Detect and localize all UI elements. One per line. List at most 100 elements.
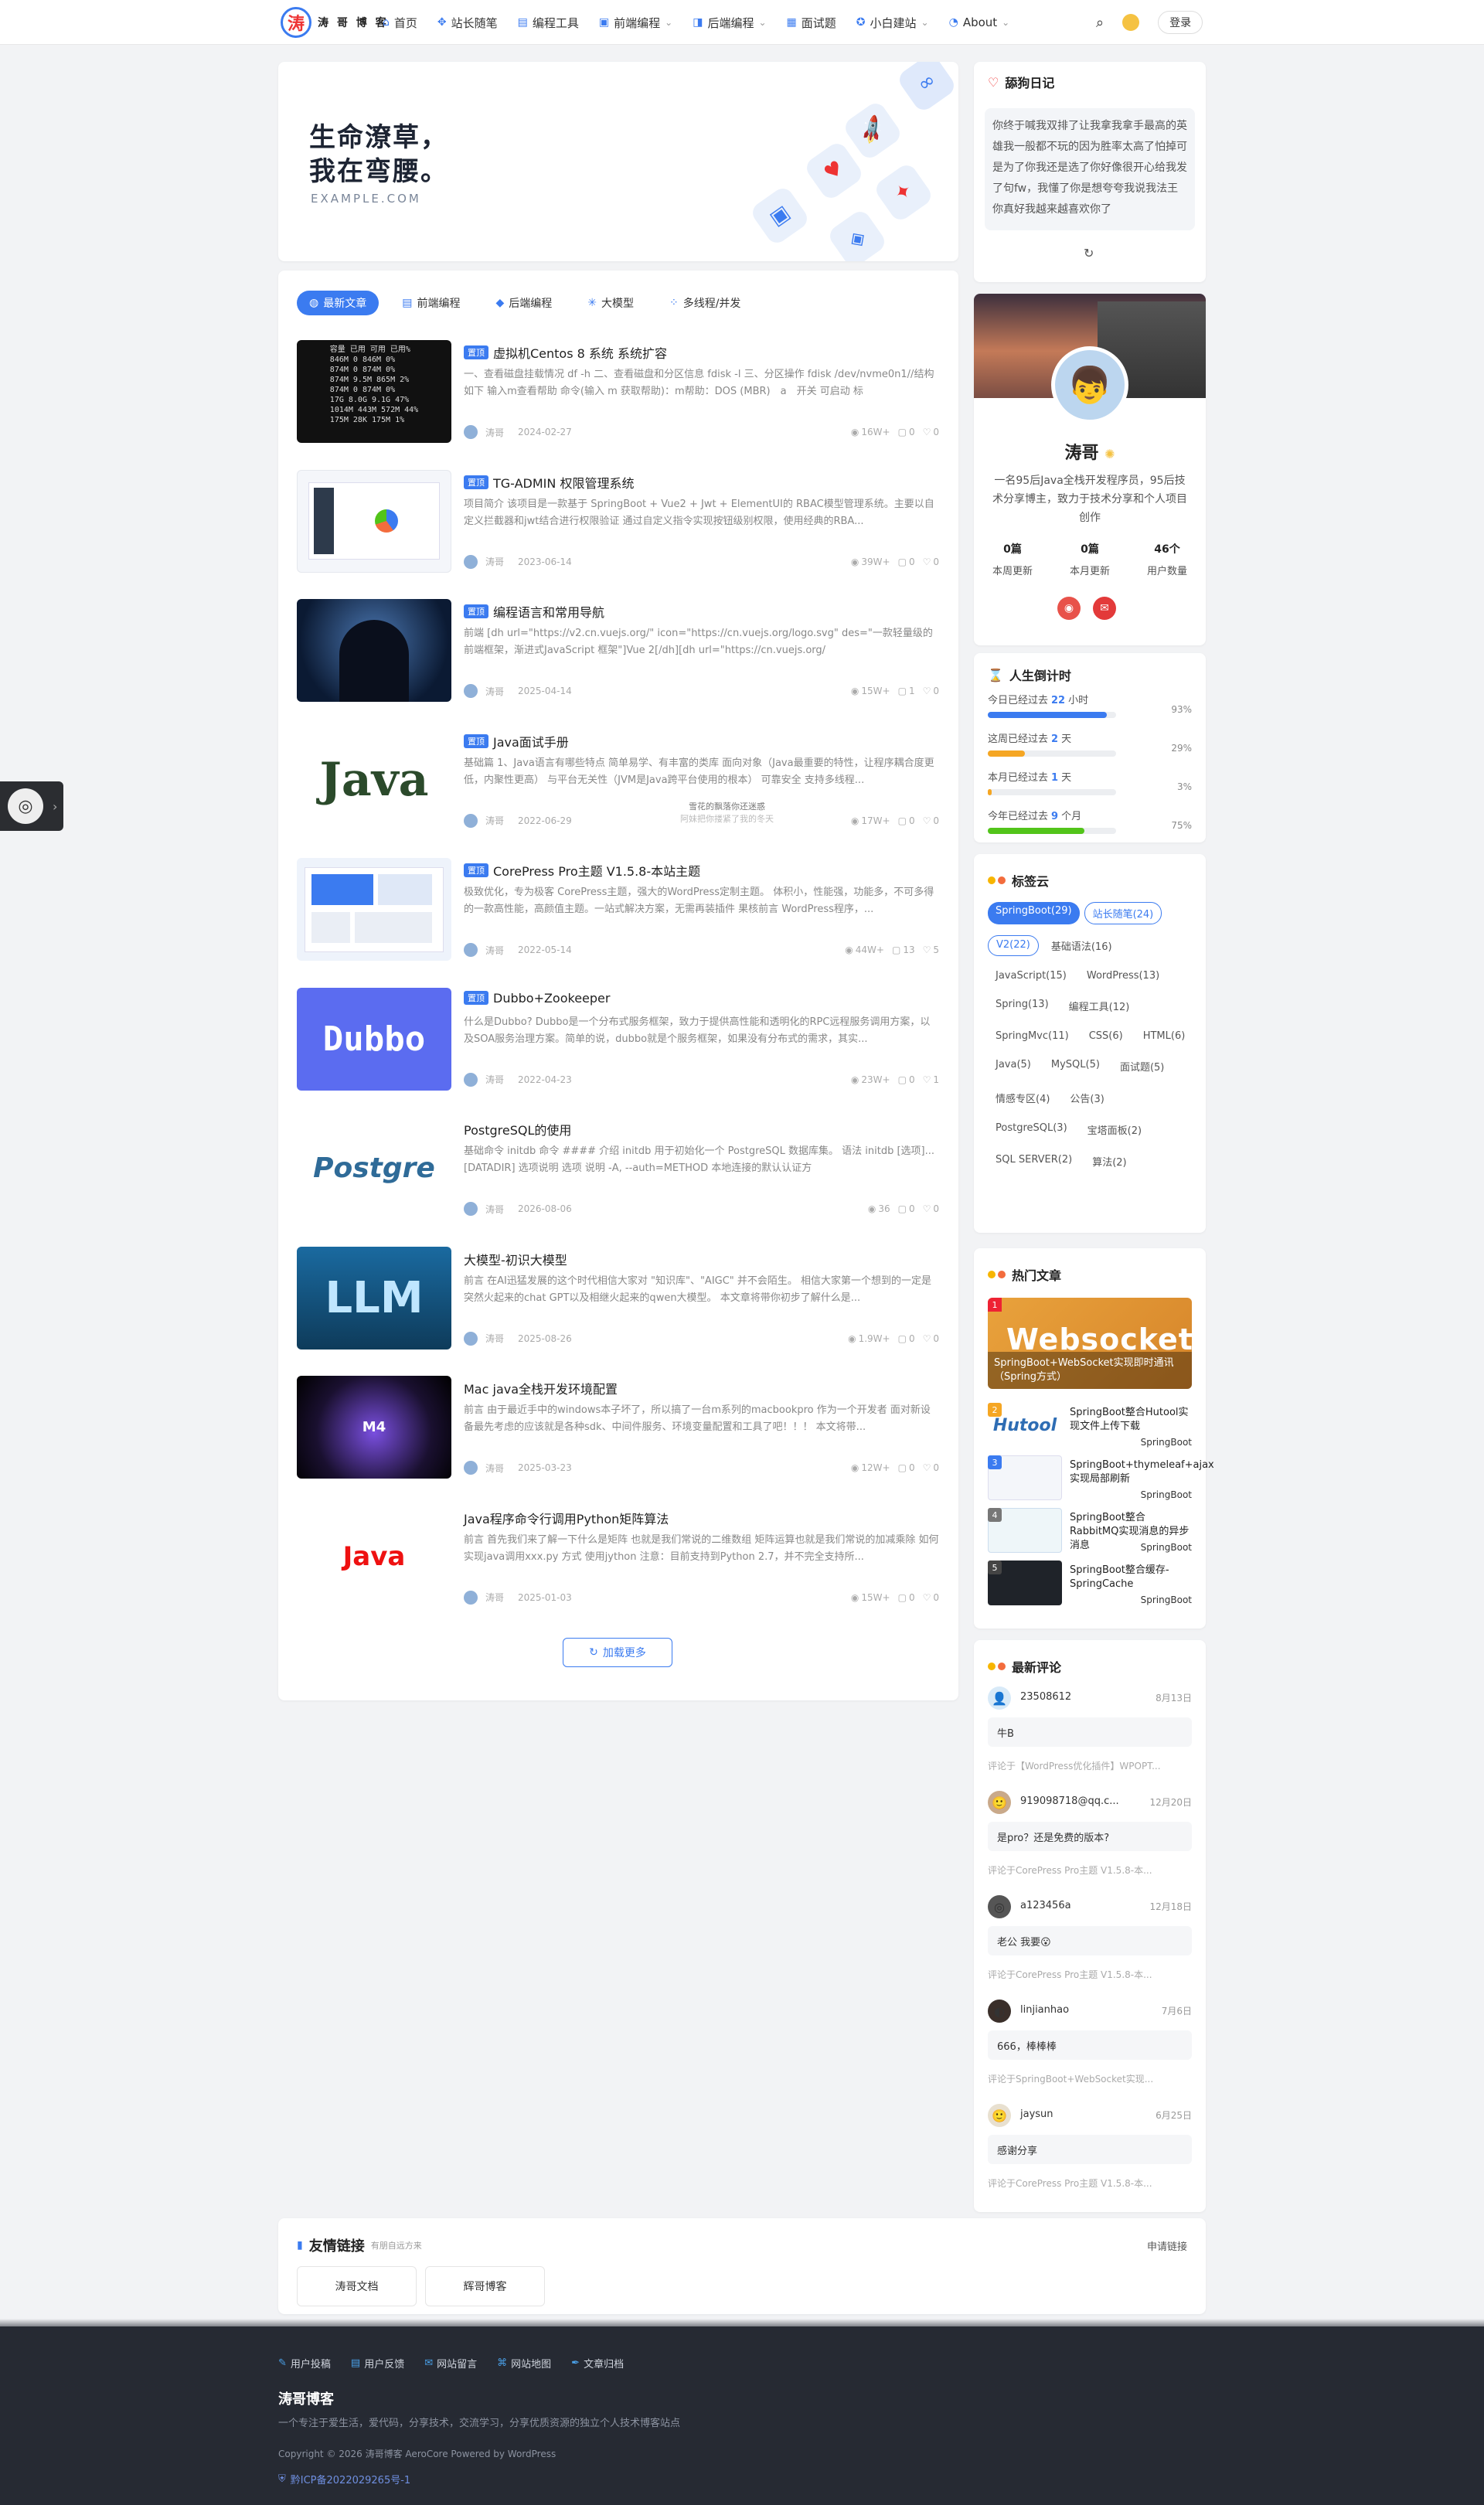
friend-link[interactable]: 涛哥文档 [297,2266,417,2306]
author-name[interactable]: 涛哥 [485,1073,504,1086]
hot-banner[interactable]: 1 Websocket SpringBoot+WebSocket实现即时通讯（S… [988,1298,1192,1389]
apply-link[interactable]: 申请链接 [1147,2238,1187,2253]
article-title[interactable]: 置顶 Java面试手册 [464,732,569,750]
hot-article-item[interactable]: 5 SpringBoot整合缓存-SpringCache SpringBoot [988,1561,1192,1607]
tag-item[interactable]: HTML(6) [1135,1027,1193,1045]
article-item[interactable]: 置顶 CorePress Pro主题 V1.5.8-本站主题 极致优化，专为极客 C… [297,858,942,966]
article-thumbnail[interactable] [297,469,451,573]
nav-item-4[interactable]: ◨ 后端编程 ⌄ [693,15,766,31]
tag-item[interactable]: 基础语法(16) [1043,935,1120,956]
article-item[interactable]: Postgre PostgreSQL的使用 基础命令 initdb 命令 #### … [297,1117,942,1225]
hot-article-item[interactable]: Hutool 2 SpringBoot整合Hutool实现文件上传下载 SpringB… [988,1403,1192,1449]
article-item[interactable]: 容量 已用 可用 已用% 846M 0 846M 0% 874M 0 874M … [297,340,942,448]
search-icon[interactable]: ⌕ [1096,15,1104,31]
refresh-icon[interactable]: ↻ [1084,246,1094,260]
comment-reference[interactable]: 评论于CorePress Pro主题 V1.5.8-本... [988,2177,1192,2190]
article-item[interactable]: 置顶 TG-ADMIN 权限管理系统 项目简介 该项目是一款基于 SpringBoo… [297,469,942,578]
footer-link[interactable]: ✒ 文章归档 [571,2356,624,2371]
tag-item[interactable]: 公告(3) [1062,1087,1111,1108]
author-name[interactable]: 涛哥 [485,1462,504,1475]
tag-item[interactable]: SQL SERVER(2) [988,1151,1080,1172]
article-thumbnail[interactable] [297,858,451,961]
author-name[interactable]: 涛哥 [485,814,504,827]
author-name[interactable]: 涛哥 [485,1591,504,1604]
article-title[interactable]: 置顶 Dubbo+Zookeeper [464,991,610,1006]
comment-reference[interactable]: 评论于SpringBoot+WebSocket实现... [988,2072,1192,2085]
tag-item[interactable]: JavaScript(15) [988,967,1074,985]
article-title[interactable]: 置顶 编程语言和常用导航 [464,602,604,621]
article-thumbnail[interactable]: Java [297,728,451,832]
hot-article-item[interactable]: 4 SpringBoot整合RabbitMQ实现消息的异步消息 SpringBoot [988,1508,1192,1554]
tag-item[interactable]: PostgreSQL(3) [988,1119,1075,1140]
article-thumbnail[interactable]: LLM [297,1246,451,1350]
nav-item-3[interactable]: ▣ 前端编程 ⌄ [599,15,672,31]
tag-item[interactable]: 宝塔面板(2) [1080,1119,1149,1140]
login-button[interactable]: 登录 [1158,11,1203,34]
footer-link[interactable]: ✎ 用户投稿 [278,2356,331,2371]
hot-article-title[interactable]: SpringBoot整合缓存-SpringCache [1070,1564,1192,1591]
nav-item-1[interactable]: ✥ 站长随笔 [437,15,498,31]
tab-1[interactable]: ▤ 前端编程 [390,291,472,315]
tag-item[interactable]: MySQL(5) [1043,1056,1108,1077]
tag-item[interactable]: Spring(13) [988,996,1057,1016]
site-logo[interactable]: 涛 涛 哥 博 客 [281,7,389,38]
hot-article-item[interactable]: 3 SpringBoot+thymeleaf+ajax实现局部刷新 SpringBo… [988,1455,1214,1502]
article-thumbnail[interactable]: Postgre [297,1117,451,1220]
tag-item[interactable]: 情感专区(4) [988,1087,1057,1108]
article-title[interactable]: Java程序命令行调用Python矩阵算法 [464,1509,669,1527]
author-name[interactable]: 涛哥 [485,944,504,957]
article-title[interactable]: 置顶 TG-ADMIN 权限管理系统 [464,473,634,492]
tag-item[interactable]: CSS(6) [1081,1027,1131,1045]
footer-link[interactable]: ✉ 网站留言 [424,2356,477,2371]
article-item[interactable]: Java 置顶 Java面试手册 基础篇 1、Java语言有哪些特点 简单易学、有丰富… [297,728,942,837]
theme-toggle-icon[interactable] [1122,14,1140,31]
article-thumbnail[interactable]: Java [297,1505,451,1608]
tag-item[interactable]: WordPress(13) [1079,967,1167,985]
tab-4[interactable]: ⁘ 多线程/并发 [657,291,753,315]
friend-link[interactable]: 辉哥博客 [425,2266,545,2306]
article-title[interactable]: 置顶 虚拟机Centos 8 系统 系统扩容 [464,343,667,362]
author-name[interactable]: 涛哥 [485,1203,504,1216]
commenter-name[interactable]: a123456a [1020,1900,1071,1911]
article-title[interactable]: 大模型-初识大模型 [464,1250,567,1268]
load-more-button[interactable]: ↻ 加载更多 [563,1638,672,1667]
tag-item[interactable]: 站长随笔(24) [1084,902,1162,924]
article-thumbnail[interactable]: 容量 已用 可用 已用% 846M 0 846M 0% 874M 0 874M … [297,340,451,443]
mail-icon[interactable]: ✉ [1093,597,1116,620]
article-title[interactable]: Mac java全栈开发环境配置 [464,1379,618,1397]
article-item[interactable]: 置顶 编程语言和常用导航 前端 [dh url="https://v2.cn.vue… [297,599,942,707]
author-name[interactable]: 涛哥 [485,555,504,568]
chevron-right-icon[interactable]: › [53,799,57,814]
hot-article-title[interactable]: SpringBoot整合Hutool实现文件上传下载 [1070,1406,1192,1434]
article-item[interactable]: LLM 大模型-初识大模型 前言 在AI迅猛发展的这个时代相信大家对 "知识库"、"… [297,1246,942,1355]
footer-link[interactable]: ⌘ 网站地图 [497,2356,551,2371]
tag-item[interactable]: 编程工具(12) [1061,996,1138,1016]
commenter-name[interactable]: 919098718@qq.c... [1020,1795,1119,1807]
article-thumbnail[interactable]: Dubbo [297,987,451,1091]
tag-item[interactable]: SpringBoot(29) [988,902,1080,924]
nav-item-7[interactable]: ◔ About ⌄ [949,15,1010,29]
article-item[interactable]: M4 Mac java全栈开发环境配置 前言 由于最近手中的windows本子坏了，… [297,1376,942,1484]
article-title[interactable]: 置顶 CorePress Pro主题 V1.5.8-本站主题 [464,861,700,880]
author-name[interactable]: 涛哥 [485,1332,504,1345]
nav-item-5[interactable]: ▦ 面试题 [787,15,836,31]
tag-item[interactable]: SpringMvc(11) [988,1027,1077,1045]
tag-item[interactable]: 面试题(5) [1112,1056,1172,1077]
commenter-name[interactable]: linjianhao [1020,2004,1069,2016]
author-name[interactable]: 涛哥 [485,685,504,698]
tab-3[interactable]: ✳ 大模型 [575,291,646,315]
article-item[interactable]: Java Java程序命令行调用Python矩阵算法 前言 首先我们来了解一下什么是… [297,1505,942,1614]
rss-icon[interactable]: ◉ [1057,597,1081,620]
floating-music-widget[interactable]: ◎ › [0,781,63,831]
hot-article-title[interactable]: SpringBoot+thymeleaf+ajax实现局部刷新 [1070,1458,1214,1486]
tag-item[interactable]: Java(5) [988,1056,1039,1077]
tab-2[interactable]: ◆ 后端编程 [483,291,564,315]
nav-item-6[interactable]: ✪ 小白建站 ⌄ [856,15,929,31]
commenter-name[interactable]: jaysun [1020,2108,1053,2120]
nav-item-0[interactable]: ⌂ 首页 [383,15,417,31]
article-title[interactable]: PostgreSQL的使用 [464,1120,571,1138]
footer-link[interactable]: ▤ 用户反馈 [351,2356,404,2371]
comment-reference[interactable]: 评论于【WordPress优化插件】WPOPT... [988,1759,1192,1772]
article-thumbnail[interactable]: M4 [297,1376,451,1479]
tab-0[interactable]: ◍ 最新文章 [297,291,380,315]
